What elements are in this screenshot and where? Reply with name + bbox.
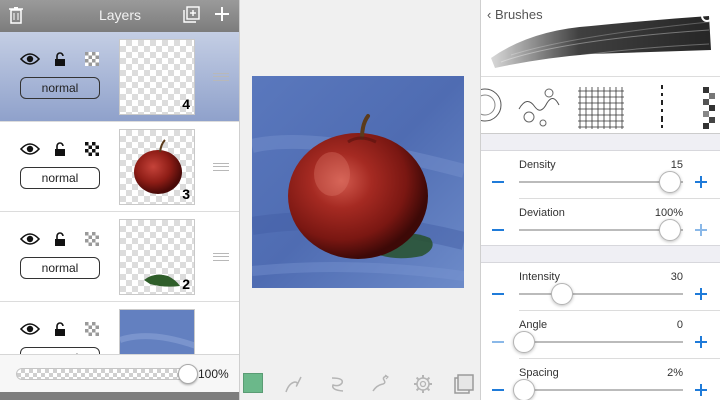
brush-params-group-1: Density 15 Deviation 100% bbox=[481, 150, 720, 246]
eye-icon[interactable] bbox=[19, 142, 41, 161]
layers-header: Layers bbox=[0, 0, 239, 32]
param-label: Spacing bbox=[519, 367, 559, 379]
angle-slider-thumb[interactable] bbox=[512, 331, 535, 353]
layer-number: 2 bbox=[182, 276, 190, 292]
transparency-icon[interactable] bbox=[85, 142, 99, 161]
back-button[interactable]: ‹ Brushes bbox=[487, 7, 543, 22]
eye-icon[interactable] bbox=[19, 232, 41, 251]
drag-handle-icon[interactable] bbox=[213, 163, 229, 171]
brush-swirl-1-icon[interactable] bbox=[481, 79, 509, 133]
param-label: Angle bbox=[519, 319, 548, 331]
layer-thumbnail[interactable]: 3 bbox=[119, 129, 195, 205]
param-value: 30 bbox=[670, 271, 683, 283]
layers-title: Layers bbox=[98, 7, 142, 23]
blend-mode-button[interactable]: normal bbox=[20, 167, 100, 189]
drag-handle-icon[interactable] bbox=[213, 253, 229, 261]
param-deviation: Deviation 100% bbox=[481, 199, 720, 247]
param-value: 100% bbox=[654, 207, 683, 219]
param-label: Intensity bbox=[519, 271, 560, 283]
eye-icon[interactable] bbox=[19, 322, 41, 341]
layer-row-2[interactable]: normal 2 bbox=[0, 212, 239, 302]
brush-params-group-2: Intensity 30 Angle 0 Spacing 2% bbox=[481, 262, 720, 400]
spacing-slider-track[interactable] bbox=[519, 389, 683, 391]
param-intensity: Intensity 30 bbox=[481, 263, 720, 311]
transparency-icon[interactable] bbox=[85, 322, 99, 341]
density-slider-thumb[interactable] bbox=[658, 171, 681, 193]
brushes-panel: ‹ Brushes Density 15 Deviation 100% Inte… bbox=[480, 0, 720, 400]
param-label: Deviation bbox=[519, 207, 565, 219]
increase-density-button-vertical[interactable] bbox=[700, 176, 702, 188]
add-layer-icon[interactable] bbox=[214, 6, 234, 26]
intensity-slider-thumb[interactable] bbox=[550, 283, 573, 305]
layer-thumbnail[interactable]: 4 bbox=[119, 39, 195, 115]
drag-handle-icon[interactable] bbox=[213, 73, 229, 81]
increase-angle-button-vertical[interactable] bbox=[700, 336, 702, 348]
param-value: 0 bbox=[676, 319, 683, 331]
decrease-deviation-button[interactable] bbox=[492, 229, 504, 231]
decrease-spacing-button[interactable] bbox=[492, 389, 504, 391]
decrease-intensity-button[interactable] bbox=[492, 293, 504, 295]
color-swatch[interactable] bbox=[243, 373, 263, 393]
brush-crosshatch-icon[interactable] bbox=[576, 79, 626, 133]
decrease-angle-button[interactable] bbox=[492, 341, 504, 343]
lock-icon[interactable] bbox=[54, 232, 66, 252]
param-spacing: Spacing 2% bbox=[481, 359, 720, 400]
smudge-tool-icon[interactable] bbox=[327, 373, 349, 395]
eraser-tool-icon[interactable] bbox=[369, 373, 391, 395]
apple-painting bbox=[252, 76, 464, 288]
angle-slider-track[interactable] bbox=[519, 341, 683, 343]
canvas-panel bbox=[240, 0, 480, 400]
spacing-slider-thumb[interactable] bbox=[512, 379, 535, 400]
opacity-value: 100% bbox=[198, 367, 229, 381]
settings-gear-icon[interactable] bbox=[412, 373, 434, 395]
chevron-left-icon: ‹ bbox=[487, 7, 495, 22]
app-root: Layers normal 4 normal 3 normal 2 100% ‹… bbox=[0, 0, 720, 400]
layers-panel: Layers normal 4 normal 3 normal 2 100% bbox=[0, 0, 240, 400]
param-value: 2% bbox=[667, 367, 683, 379]
blend-mode-button[interactable]: normal bbox=[20, 257, 100, 279]
intensity-slider-track[interactable] bbox=[519, 293, 683, 295]
param-angle: Angle 0 bbox=[481, 311, 720, 359]
transparency-icon[interactable] bbox=[85, 232, 99, 251]
increase-deviation-button-vertical[interactable] bbox=[700, 224, 702, 236]
deviation-slider-thumb[interactable] bbox=[658, 219, 681, 241]
opacity-slider-track[interactable] bbox=[16, 368, 188, 380]
opacity-slider-thumb[interactable] bbox=[178, 364, 198, 384]
layers-bottom-bar bbox=[0, 392, 239, 400]
refresh-icon[interactable] bbox=[699, 7, 715, 24]
back-button-label: Brushes bbox=[494, 7, 543, 22]
param-label: Density bbox=[519, 159, 556, 171]
increase-spacing-button-vertical[interactable] bbox=[700, 384, 702, 396]
brush-picker-strip bbox=[481, 76, 720, 134]
decrease-density-button[interactable] bbox=[492, 181, 504, 183]
brush-curls-icon[interactable] bbox=[513, 79, 565, 133]
canvas-toolbar bbox=[240, 366, 480, 400]
duplicate-layer-icon[interactable] bbox=[183, 6, 203, 26]
pen-tool-icon[interactable] bbox=[283, 373, 305, 395]
param-value: 15 bbox=[670, 159, 683, 171]
lock-icon[interactable] bbox=[54, 142, 66, 162]
blend-mode-button[interactable]: normal bbox=[20, 77, 100, 99]
layer-thumbnail[interactable]: 2 bbox=[119, 219, 195, 295]
lock-icon[interactable] bbox=[54, 322, 66, 342]
param-density: Density 15 bbox=[481, 151, 720, 199]
layer-row-4[interactable]: normal 4 bbox=[0, 32, 239, 122]
layer-number: 3 bbox=[182, 186, 190, 202]
lock-icon[interactable] bbox=[54, 52, 66, 72]
brush-pixel-icon[interactable] bbox=[703, 79, 720, 133]
layer-opacity-bar: 100% bbox=[0, 354, 239, 392]
brush-dots-icon[interactable] bbox=[657, 79, 667, 133]
eye-icon[interactable] bbox=[19, 52, 41, 71]
drawing-canvas[interactable] bbox=[252, 76, 464, 288]
layer-row-3[interactable]: normal 3 bbox=[0, 122, 239, 212]
increase-intensity-button-vertical[interactable] bbox=[700, 288, 702, 300]
brush-stroke-preview: ‹ Brushes bbox=[481, 0, 720, 76]
layer-number: 4 bbox=[182, 96, 190, 112]
transparency-icon[interactable] bbox=[85, 52, 99, 71]
layers-tool-icon[interactable] bbox=[453, 373, 475, 395]
